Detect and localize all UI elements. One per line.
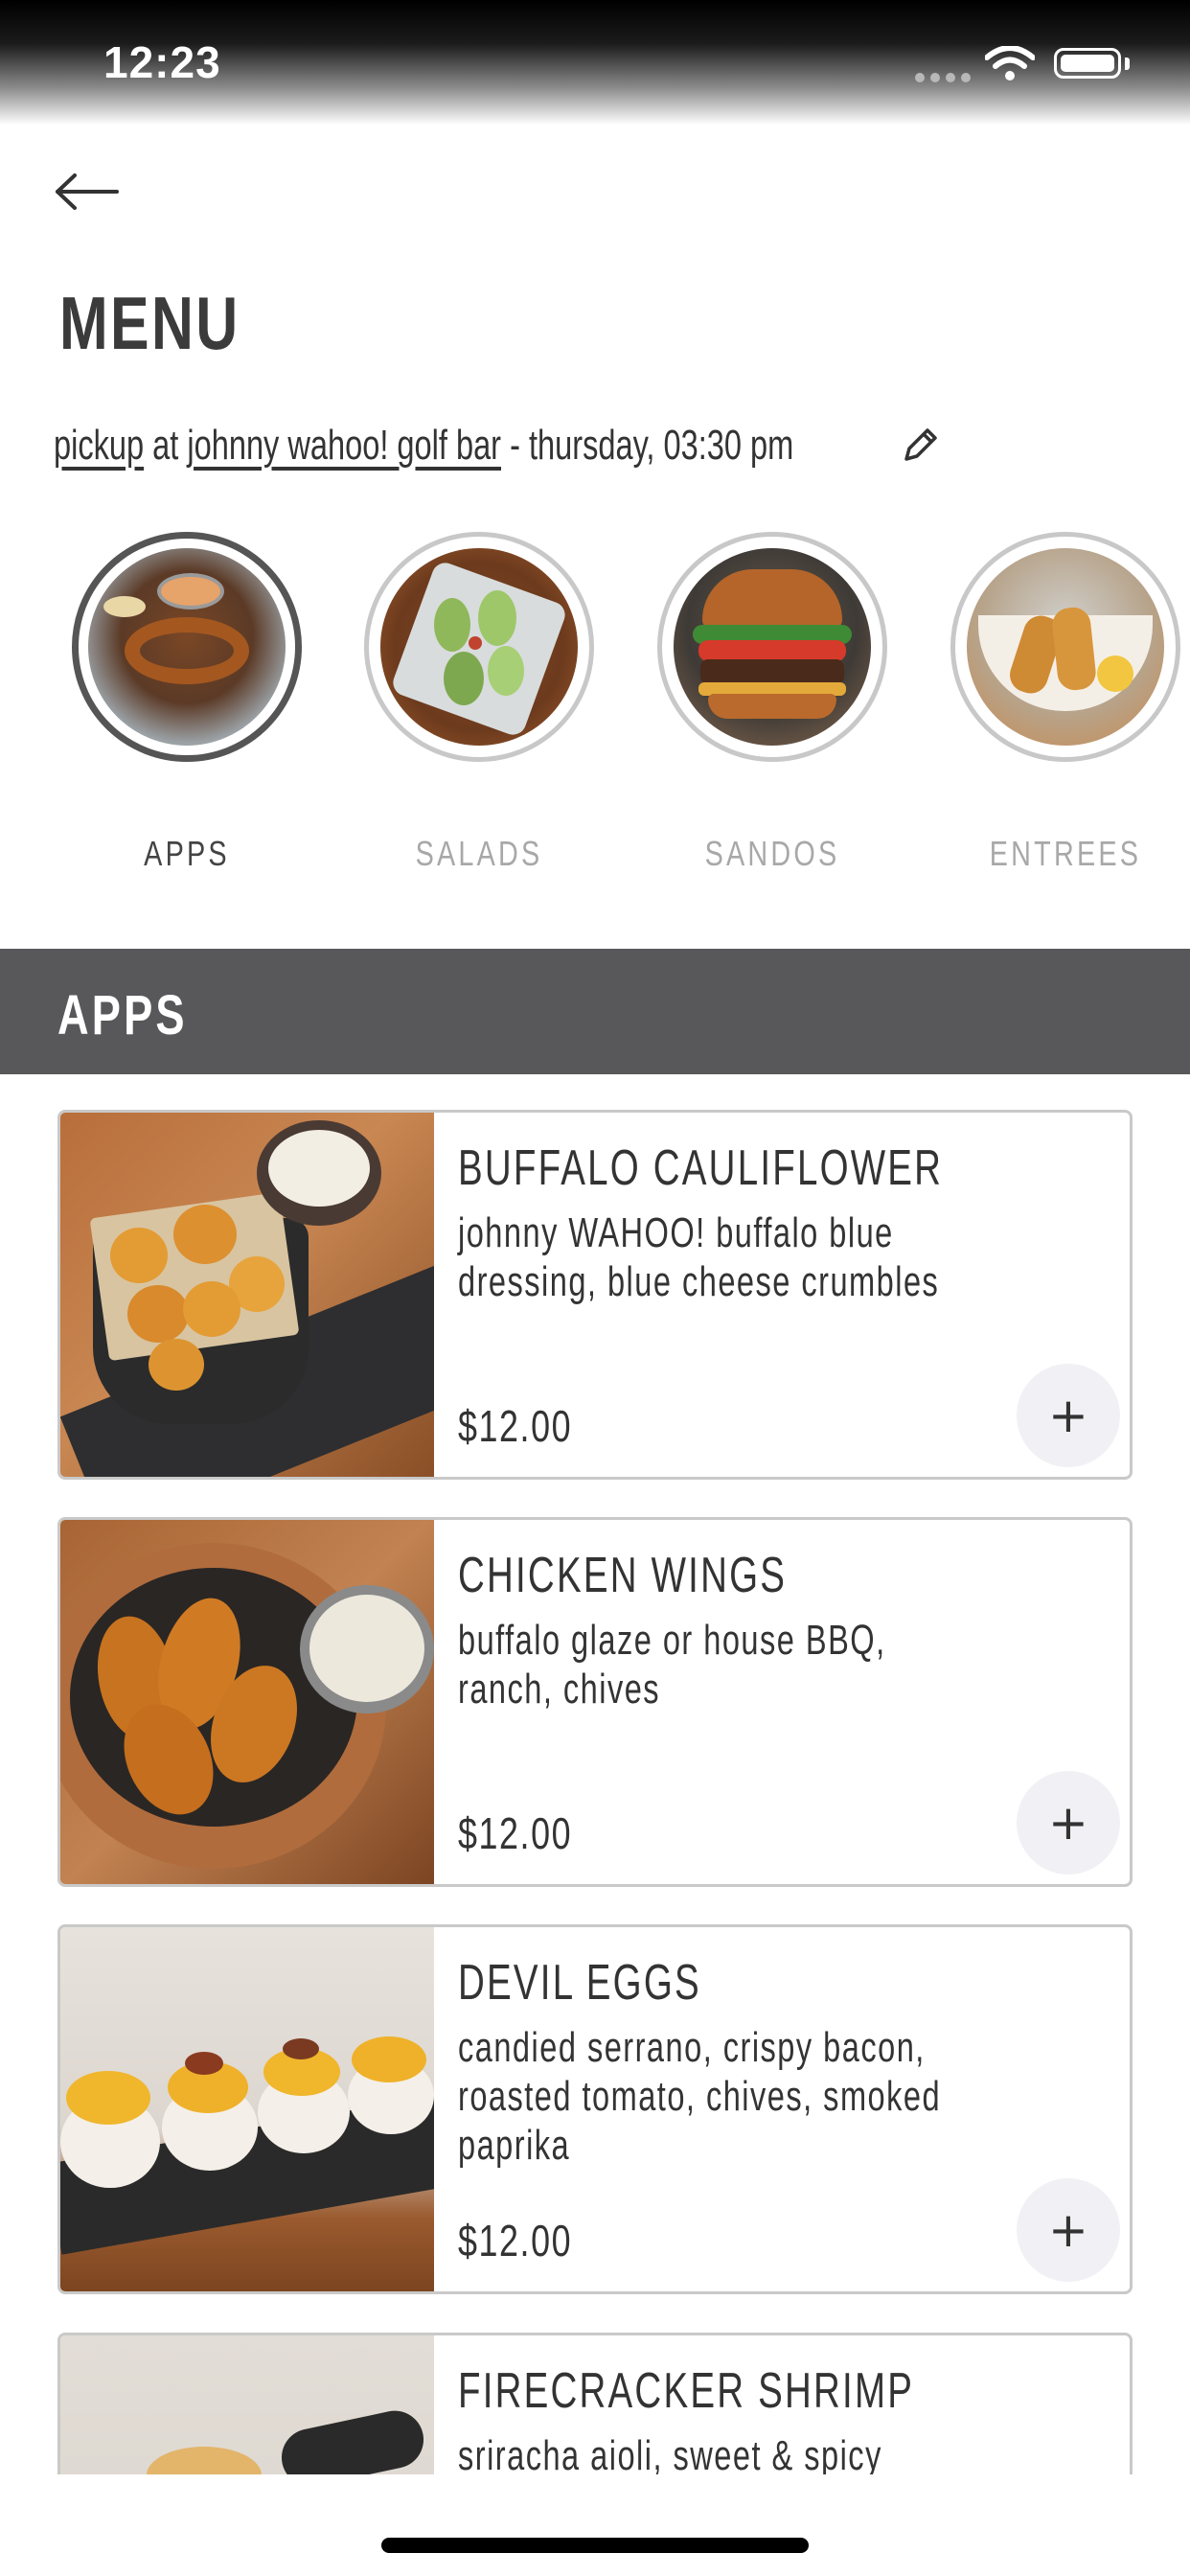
item-price: $12.00 [458, 1808, 573, 1858]
firecracker-shrimp-image [60, 2335, 434, 2474]
item-description: candied serrano, crispy bacon, roasted t… [458, 2024, 942, 2169]
edit-pencil-icon[interactable] [901, 425, 941, 465]
chicken-wings-image [60, 1520, 434, 1884]
location-link[interactable]: johnny wahoo! golf bar [187, 422, 501, 469]
add-to-order-button[interactable]: + [1017, 1364, 1120, 1467]
item-price: $12.00 [458, 2216, 573, 2266]
item-name: FIRECRACKER SHRIMP [458, 2363, 915, 2419]
category-label: SANDOS [704, 834, 840, 873]
category-label: ENTREES [989, 834, 1142, 873]
item-name: DEVIL EGGS [458, 1955, 701, 2011]
burger-image [674, 548, 871, 746]
section-title: APPS [57, 984, 188, 1046]
menu-item-card[interactable]: FIRECRACKER SHRIMP sriracha aioli, sweet… [57, 2333, 1133, 2474]
menu-item-card[interactable]: BUFFALO CAULIFLOWER johnny WAHOO! buffal… [57, 1110, 1133, 1480]
buffalo-cauliflower-image [60, 1113, 434, 1477]
devil-eggs-image [60, 1927, 434, 2291]
chicken-tenders-image [967, 548, 1164, 746]
category-apps[interactable]: APPS [72, 532, 302, 873]
menu-item-list[interactable]: BUFFALO CAULIFLOWER johnny WAHOO! buffal… [0, 1110, 1190, 2474]
battery-cap [1125, 58, 1130, 70]
category-entrees[interactable]: ENTREES [950, 532, 1180, 873]
category-sandos[interactable]: SANDOS [657, 532, 887, 873]
category-salads[interactable]: SALADS [364, 532, 594, 873]
add-to-order-button[interactable]: + [1017, 2178, 1120, 2282]
order-info: pickup at johnny wahoo! golf bar - thurs… [54, 422, 793, 470]
menu-item-card[interactable]: DEVIL EGGS candied serrano, crispy bacon… [57, 1924, 1133, 2294]
item-name: CHICKEN WINGS [458, 1548, 788, 1603]
section-header: APPS [0, 949, 1190, 1074]
order-at-text: at [152, 422, 179, 469]
item-description: sriracha aioli, sweet & spicy mango [458, 2432, 882, 2474]
order-datetime: - thursday, 03:30 pm [510, 422, 794, 469]
item-description: buffalo glaze or house BBQ, ranch, chive… [458, 1617, 886, 1713]
add-to-order-button[interactable]: + [1017, 1771, 1120, 1874]
page-title: MENU [59, 281, 240, 365]
category-label: APPS [144, 834, 230, 873]
back-arrow-icon[interactable] [54, 168, 121, 216]
home-indicator [381, 2538, 809, 2553]
menu-item-card[interactable]: CHICKEN WINGS buffalo glaze or house BBQ… [57, 1517, 1133, 1887]
status-bar: 12:23 [0, 0, 1190, 125]
item-description: johnny WAHOO! buffalo blue dressing, blu… [458, 1209, 940, 1305]
salad-image [380, 548, 578, 746]
category-label: SALADS [415, 834, 543, 873]
cellular-signal-icon [915, 73, 971, 82]
item-price: $12.00 [458, 1401, 573, 1451]
order-mode-link[interactable]: pickup [54, 422, 144, 469]
battery-icon [1054, 48, 1121, 79]
pretzel-image [88, 548, 286, 746]
status-time: 12:23 [103, 37, 221, 87]
item-name: BUFFALO CAULIFLOWER [458, 1140, 944, 1196]
wifi-icon [985, 46, 1035, 80]
